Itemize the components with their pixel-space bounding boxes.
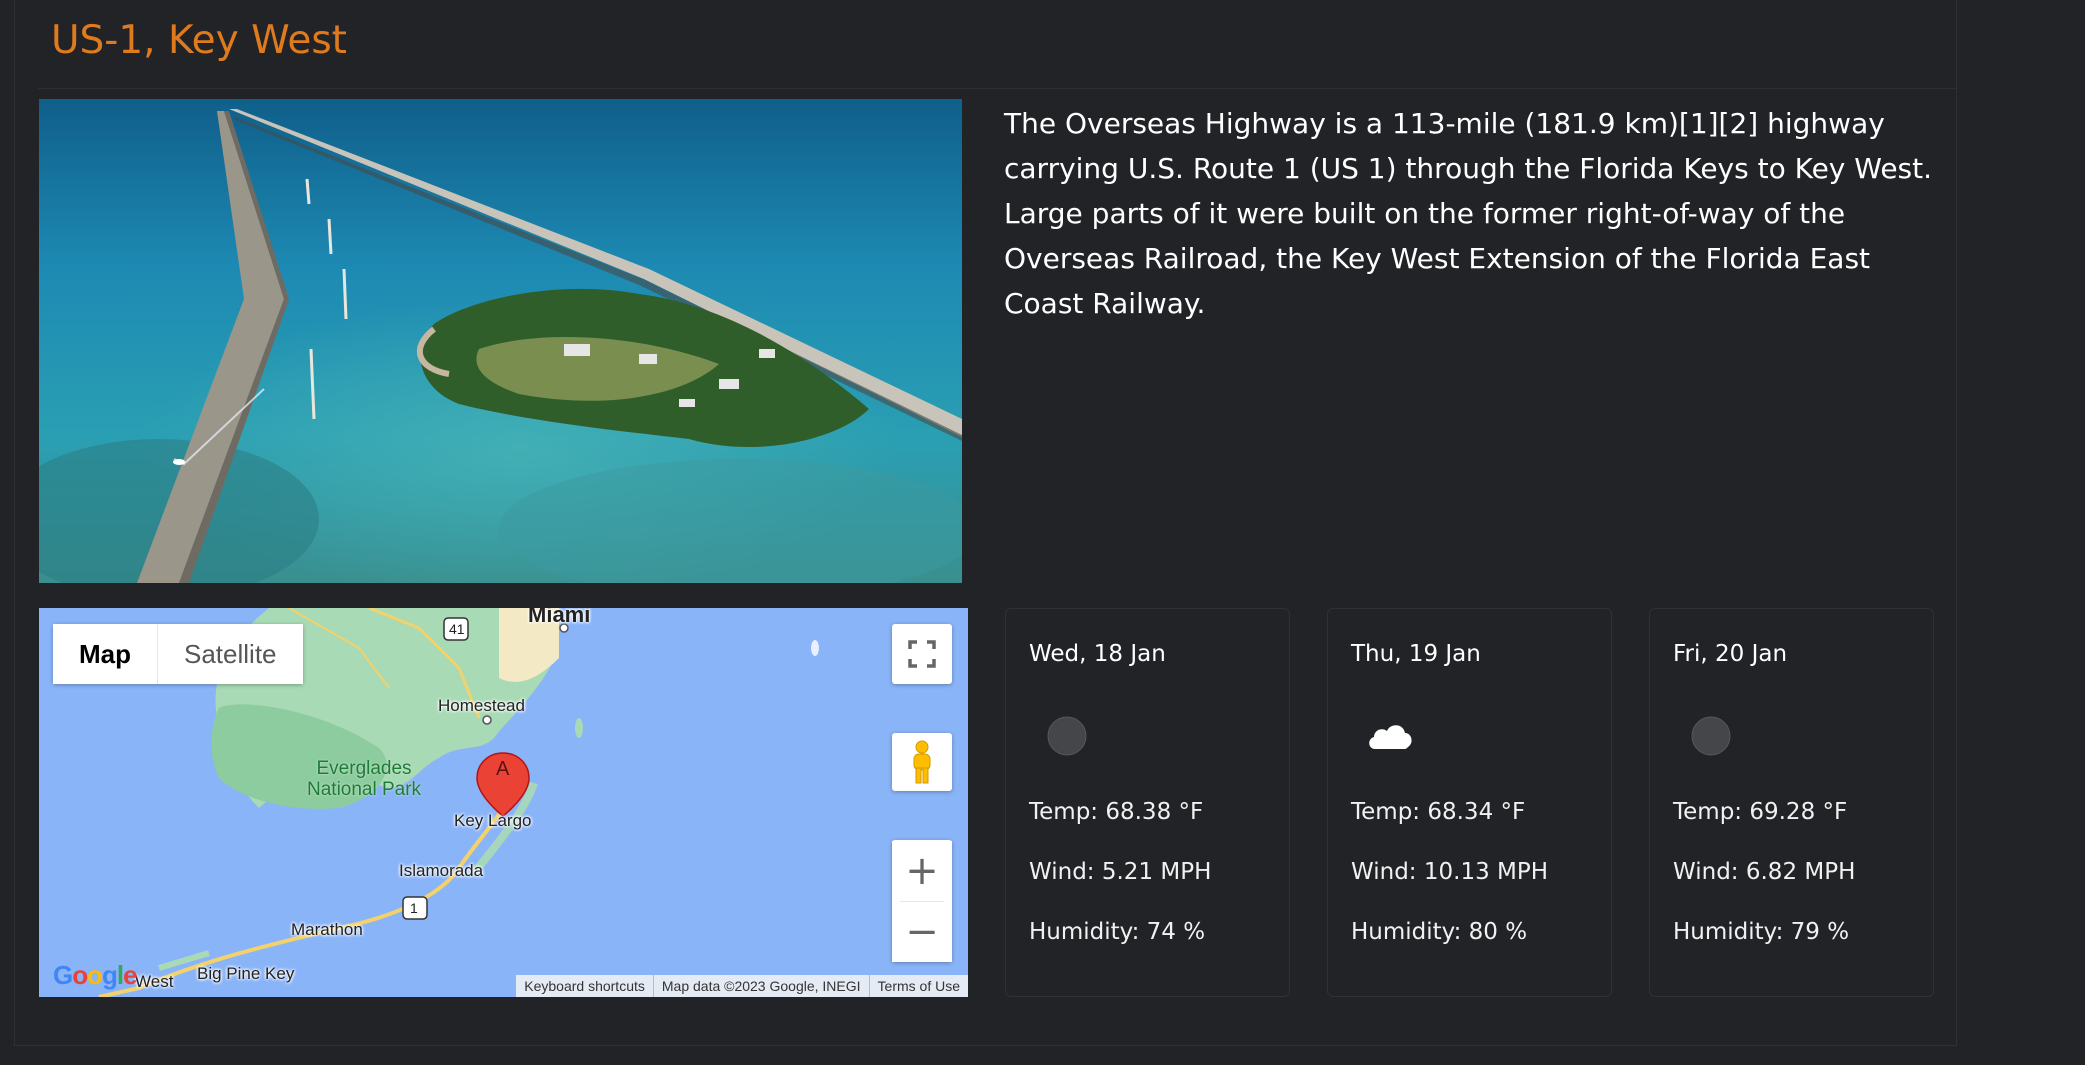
map-label-homestead: Homestead: [438, 696, 525, 715]
forecast-humidity: Humidity: 74 %: [1029, 919, 1206, 945]
map-label-marathon: Marathon: [291, 920, 363, 939]
terms-of-use-link[interactable]: Terms of Use: [868, 975, 968, 997]
fullscreen-button[interactable]: [892, 624, 952, 684]
forecast-date: Thu, 19 Jan: [1351, 641, 1481, 667]
highway-description: The Overseas Highway is a 113-mile (181.…: [1004, 107, 1933, 320]
forecast-temp: Temp: 68.34 °F: [1351, 799, 1526, 825]
keyboard-shortcuts-link[interactable]: Keyboard shortcuts: [516, 975, 653, 997]
map-type-map-button[interactable]: Map: [53, 624, 157, 684]
map-label-big-pine-key: Big Pine Key: [197, 964, 295, 983]
route-map[interactable]: 41 1 A Miami Homestead Everglades Nation…: [39, 608, 968, 997]
forecast-humidity: Humidity: 80 %: [1351, 919, 1528, 945]
street-view-button[interactable]: [892, 733, 952, 791]
map-footer: Keyboard shortcuts Map data ©2023 Google…: [516, 975, 968, 997]
map-type-satellite-button[interactable]: Satellite: [158, 624, 303, 684]
forecast-card: Thu, 19 Jan Temp: 68.34 °F Wind: 10.13 M…: [1327, 608, 1612, 997]
clear-night-icon: [1691, 716, 1731, 756]
page-title: US-1, Key West: [51, 18, 347, 63]
route-41-shield: 41: [449, 621, 465, 637]
forecast-temp: Temp: 68.38 °F: [1029, 799, 1204, 825]
forecast-temp: Temp: 69.28 °F: [1673, 799, 1848, 825]
map-label-key-west: West: [135, 972, 174, 991]
forecast-humidity: Humidity: 79 %: [1673, 919, 1850, 945]
zoom-out-button[interactable]: −: [892, 901, 952, 962]
forecast-date: Wed, 18 Jan: [1029, 641, 1166, 667]
map-type-control: Map Satellite: [53, 624, 303, 684]
map-label-miami: Miami: [528, 608, 591, 627]
clear-night-icon: [1047, 716, 1087, 756]
google-logo[interactable]: Google: [53, 960, 138, 991]
forecast-card: Fri, 20 Jan Temp: 69.28 °F Wind: 6.82 MP…: [1649, 608, 1934, 997]
zoom-in-button[interactable]: +: [892, 840, 952, 901]
map-marker-a[interactable]: A: [496, 758, 509, 781]
highway-photo: [39, 99, 962, 583]
map-label-islamorada: Islamorada: [399, 861, 484, 880]
map-label-everglades: Everglades National Park: [307, 758, 422, 800]
forecast-wind: Wind: 5.21 MPH: [1029, 859, 1212, 885]
header-divider: [38, 88, 1958, 89]
forecast-card: Wed, 18 Jan Temp: 68.38 °F Wind: 5.21 MP…: [1005, 608, 1290, 997]
route-1-shield: 1: [410, 900, 418, 916]
map-data-attribution: Map data ©2023 Google, INEGI: [652, 975, 869, 997]
forecast-wind: Wind: 10.13 MPH: [1351, 859, 1549, 885]
cloud-icon: [1369, 725, 1412, 749]
forecast-date: Fri, 20 Jan: [1673, 641, 1788, 667]
forecast-wind: Wind: 6.82 MPH: [1673, 859, 1856, 885]
map-label-key-largo: Key Largo: [454, 811, 532, 830]
pegman-icon: [913, 740, 931, 784]
fullscreen-icon: [908, 640, 936, 668]
zoom-control: + −: [892, 840, 952, 962]
